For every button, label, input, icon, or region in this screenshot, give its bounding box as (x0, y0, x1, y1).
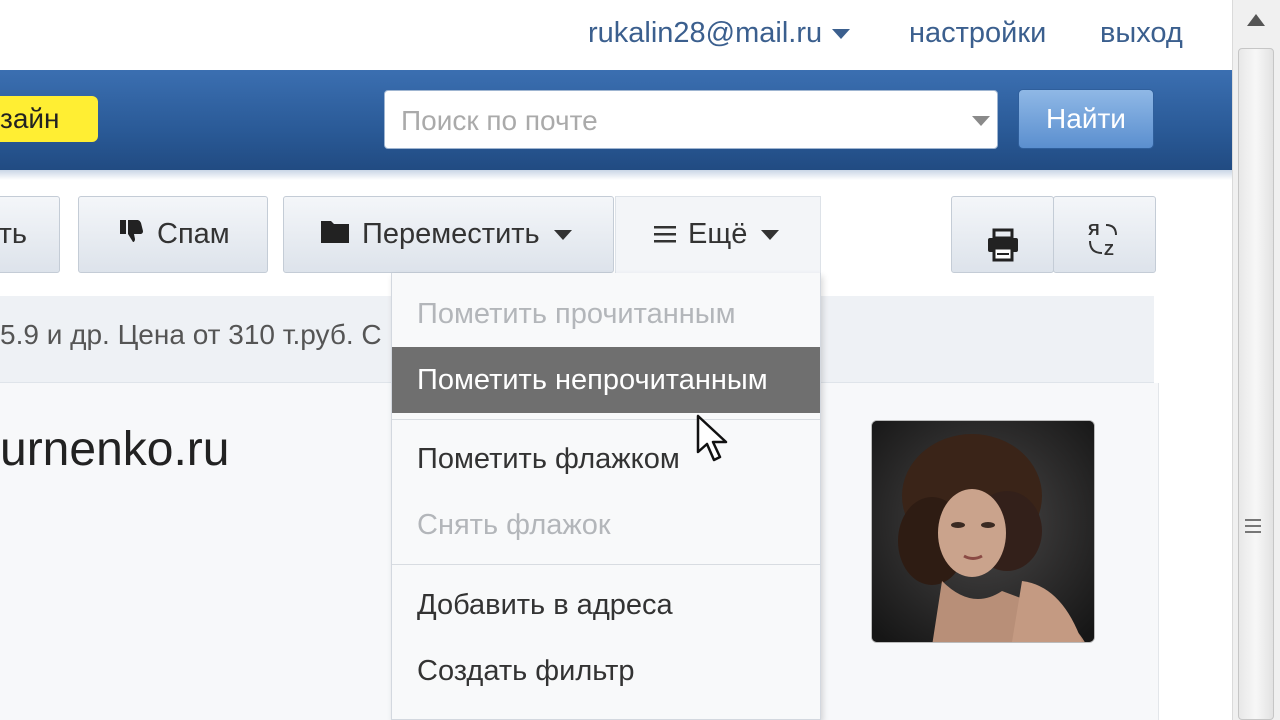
find-button[interactable]: Найти (1018, 89, 1154, 149)
spam-label: Спам (157, 218, 230, 250)
search-input[interactable] (399, 100, 963, 142)
scrollbar-grip-icon (1245, 519, 1261, 537)
chevron-down-icon (832, 29, 851, 40)
menu-item-create-filter[interactable]: Создать фильтр (392, 638, 820, 704)
svg-text:Z: Z (1104, 242, 1114, 259)
chevron-down-icon (553, 230, 572, 241)
sender-name: urnenko.ru (0, 423, 230, 476)
top-bar: rukalin28@mail.ru настройки выход (0, 0, 1232, 70)
move-button[interactable]: Переместить (283, 196, 614, 273)
more-label: Ещё (688, 218, 748, 250)
message-snippet: 5.9 и др. Цена от 310 т.руб. С (0, 319, 382, 350)
menu-item-unflag[interactable]: Снять флажок (392, 492, 820, 558)
scrollbar-thumb[interactable] (1238, 48, 1274, 720)
thumbs-down-icon (117, 198, 145, 273)
settings-link[interactable]: настройки (909, 17, 1046, 50)
more-dropdown-menu: Пометить прочитанным Пометить непрочитан… (391, 273, 821, 720)
more-button[interactable]: Ещё (615, 196, 821, 273)
printer-icon (986, 216, 1020, 291)
mouse-cursor-icon (696, 414, 730, 469)
design-button[interactable]: зайн (0, 96, 98, 142)
search-box (384, 90, 998, 149)
translit-icon: ЯZ (1086, 213, 1124, 288)
account-email: rukalin28@mail.ru (588, 17, 823, 49)
print-button[interactable] (951, 196, 1054, 273)
menu-divider (392, 419, 820, 420)
account-menu[interactable]: rukalin28@mail.ru (588, 17, 851, 50)
logout-link[interactable]: выход (1100, 17, 1183, 50)
scroll-up-arrow-icon[interactable] (1232, 0, 1280, 40)
move-label: Переместить (362, 218, 540, 250)
spam-button[interactable]: Спам (78, 196, 268, 273)
sender-avatar (871, 420, 1095, 643)
menu-item-mark-read[interactable]: Пометить прочитанным (392, 281, 820, 347)
menu-item-flag[interactable]: Пометить флажком (392, 426, 820, 492)
search-dropdown-icon[interactable] (972, 116, 990, 126)
menu-lines-icon (654, 198, 676, 273)
menu-item-add-to-contacts[interactable]: Добавить в адреса (392, 572, 820, 638)
portrait-image (872, 421, 1094, 642)
delete-label: ть (0, 218, 27, 250)
menu-item-mark-unread[interactable]: Пометить непрочитанным (392, 347, 820, 413)
folder-icon (320, 198, 350, 273)
svg-text:Я: Я (1088, 222, 1100, 239)
menu-divider (392, 564, 820, 565)
chevron-down-icon (761, 230, 780, 241)
header-shadow (0, 170, 1232, 180)
translit-button[interactable]: ЯZ (1053, 196, 1156, 273)
delete-button[interactable]: ть (0, 196, 60, 273)
